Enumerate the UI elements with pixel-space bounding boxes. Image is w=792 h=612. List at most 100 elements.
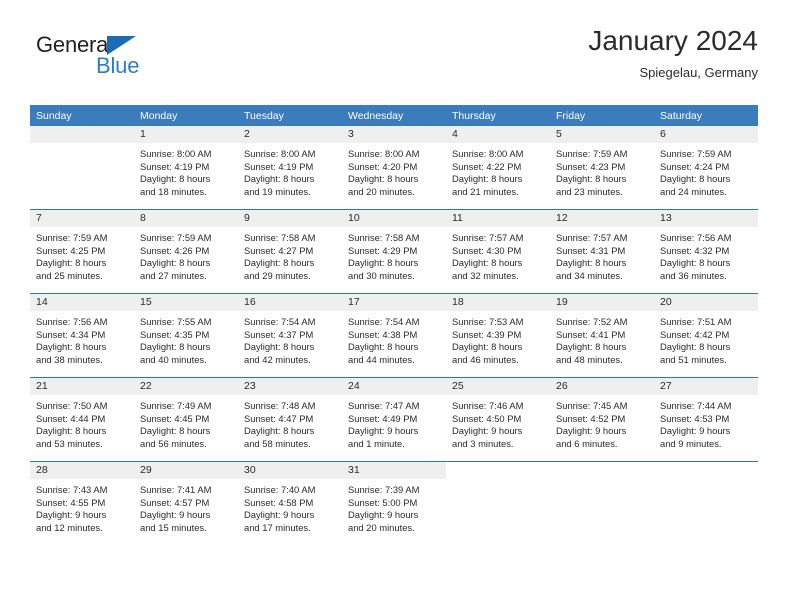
calendar-day-cell[interactable]: 22 Sunrise: 7:49 AM Sunset: 4:45 PM Dayligh…: [134, 377, 238, 462]
calendar-day-cell[interactable]: [446, 461, 550, 545]
day-details: Sunrise: 7:57 AM Sunset: 4:31 PM Daylight:…: [550, 227, 654, 282]
day-detail-line: and 40 minutes.: [140, 353, 207, 365]
calendar-day-cell[interactable]: 24 Sunrise: 7:47 AM Sunset: 4:49 PM Dayligh…: [342, 377, 446, 462]
calendar-day-cell[interactable]: 9 Sunrise: 7:58 AM Sunset: 4:27 PM Daylight…: [238, 209, 342, 294]
day-details: Sunrise: 8:00 AM Sunset: 4:19 PM Daylight:…: [238, 143, 342, 198]
calendar-table: Sunday Monday Tuesday Wednesday Thursday Frid…: [30, 105, 758, 545]
day-detail-line: and 34 minutes.: [556, 269, 623, 281]
calendar-day-cell[interactable]: 30 Sunrise: 7:40 AM Sunset: 4:58 PM Dayligh…: [238, 461, 342, 545]
calendar-day-cell[interactable]: 2 Sunrise: 8:00 AM Sunset: 4:19 PM Daylight…: [238, 126, 342, 210]
day-number: 2: [238, 126, 342, 143]
day-number: 16: [238, 294, 342, 311]
calendar-day-cell[interactable]: 23 Sunrise: 7:48 AM Sunset: 4:47 PM Dayligh…: [238, 377, 342, 462]
calendar-day-cell[interactable]: 29 Sunrise: 7:41 AM Sunset: 4:57 PM Dayligh…: [134, 461, 238, 545]
day-detail-line: and 46 minutes.: [452, 353, 519, 365]
day-details: Sunrise: 7:58 AM Sunset: 4:27 PM Daylight:…: [238, 227, 342, 282]
calendar-day-cell[interactable]: 26 Sunrise: 7:45 AM Sunset: 4:52 PM Dayligh…: [550, 377, 654, 462]
day-details: Sunrise: 7:59 AM Sunset: 4:24 PM Daylight:…: [654, 143, 758, 198]
calendar-day-cell[interactable]: 7 Sunrise: 7:59 AM Sunset: 4:25 PM Daylight…: [30, 209, 134, 294]
day-details: Sunrise: 7:54 AM Sunset: 4:38 PM Daylight:…: [342, 311, 446, 366]
day-detail-line: Sunset: 4:34 PM: [36, 328, 106, 340]
day-detail-line: Daylight: 8 hours: [452, 341, 523, 353]
day-detail-line: Sunset: 4:27 PM: [244, 244, 314, 256]
day-detail-line: Sunrise: 7:59 AM: [36, 232, 108, 243]
calendar-body: 1 Sunrise: 8:00 AM Sunset: 4:19 PM Daylight…: [30, 126, 758, 545]
day-detail-line: Daylight: 8 hours: [244, 425, 315, 437]
calendar-week-row: 14 Sunrise: 7:56 AM Sunset: 4:34 PM Dayligh…: [30, 293, 758, 378]
day-detail-line: Sunrise: 7:57 AM: [452, 232, 524, 243]
day-detail-line: Daylight: 8 hours: [556, 173, 627, 185]
calendar-week-row: 1 Sunrise: 8:00 AM Sunset: 4:19 PM Daylight…: [30, 126, 758, 210]
calendar-day-cell[interactable]: 16 Sunrise: 7:54 AM Sunset: 4:37 PM Dayligh…: [238, 293, 342, 378]
calendar-day-cell[interactable]: 15 Sunrise: 7:55 AM Sunset: 4:35 PM Dayligh…: [134, 293, 238, 378]
calendar-day-cell[interactable]: [654, 461, 758, 545]
day-detail-line: and 27 minutes.: [140, 269, 207, 281]
day-detail-line: Sunrise: 7:56 AM: [660, 232, 732, 243]
day-detail-line: Sunrise: 7:54 AM: [348, 316, 420, 327]
day-detail-line: Sunrise: 7:59 AM: [556, 148, 628, 159]
calendar-day-cell[interactable]: [30, 126, 134, 210]
column-header-tuesday: Tuesday: [238, 105, 342, 126]
day-detail-line: and 32 minutes.: [452, 269, 519, 281]
calendar-day-cell[interactable]: 27 Sunrise: 7:44 AM Sunset: 4:53 PM Dayligh…: [654, 377, 758, 462]
day-detail-line: Daylight: 8 hours: [244, 341, 315, 353]
day-number: 14: [30, 294, 134, 311]
day-detail-line: Sunset: 4:35 PM: [140, 328, 210, 340]
day-number: 11: [446, 210, 550, 227]
page-title: January 2024: [588, 25, 758, 56]
day-number: 9: [238, 210, 342, 227]
calendar-day-cell[interactable]: 8 Sunrise: 7:59 AM Sunset: 4:26 PM Daylight…: [134, 209, 238, 294]
logo-text-blue: Blue: [96, 53, 140, 78]
day-details: Sunrise: 7:45 AM Sunset: 4:52 PM Daylight:…: [550, 395, 654, 450]
day-detail-line: Sunrise: 8:00 AM: [348, 148, 420, 159]
day-details: Sunrise: 7:53 AM Sunset: 4:39 PM Daylight:…: [446, 311, 550, 366]
day-detail-line: Daylight: 8 hours: [140, 425, 211, 437]
day-details: Sunrise: 7:54 AM Sunset: 4:37 PM Daylight:…: [238, 311, 342, 366]
column-header-wednesday: Wednesday: [342, 105, 446, 126]
day-details: Sunrise: 7:46 AM Sunset: 4:50 PM Daylight:…: [446, 395, 550, 450]
calendar-day-cell[interactable]: 18 Sunrise: 7:53 AM Sunset: 4:39 PM Dayligh…: [446, 293, 550, 378]
day-number: 26: [550, 378, 654, 395]
day-details: Sunrise: 7:55 AM Sunset: 4:35 PM Daylight:…: [134, 311, 238, 366]
calendar-day-cell[interactable]: 3 Sunrise: 8:00 AM Sunset: 4:20 PM Daylight…: [342, 126, 446, 210]
day-detail-line: Daylight: 9 hours: [452, 425, 523, 437]
day-detail-line: Daylight: 8 hours: [556, 341, 627, 353]
calendar-day-cell[interactable]: 12 Sunrise: 7:57 AM Sunset: 4:31 PM Dayligh…: [550, 209, 654, 294]
day-details: Sunrise: 7:48 AM Sunset: 4:47 PM Daylight:…: [238, 395, 342, 450]
day-detail-line: and 38 minutes.: [36, 353, 103, 365]
calendar-day-cell[interactable]: 31 Sunrise: 7:39 AM Sunset: 5:00 PM Dayligh…: [342, 461, 446, 545]
day-detail-line: and 29 minutes.: [244, 269, 311, 281]
calendar-day-cell[interactable]: 11 Sunrise: 7:57 AM Sunset: 4:30 PM Dayligh…: [446, 209, 550, 294]
day-detail-line: Sunset: 4:30 PM: [452, 244, 522, 256]
day-number: [30, 126, 134, 143]
calendar-day-cell[interactable]: 19 Sunrise: 7:52 AM Sunset: 4:41 PM Dayligh…: [550, 293, 654, 378]
day-detail-line: Sunset: 4:37 PM: [244, 328, 314, 340]
day-detail-line: Daylight: 8 hours: [348, 257, 419, 269]
day-number: 17: [342, 294, 446, 311]
calendar-day-cell[interactable]: 4 Sunrise: 8:00 AM Sunset: 4:22 PM Daylight…: [446, 126, 550, 210]
day-detail-line: Daylight: 8 hours: [140, 173, 211, 185]
day-detail-line: Sunrise: 7:48 AM: [244, 400, 316, 411]
day-number: 8: [134, 210, 238, 227]
calendar-day-cell[interactable]: 28 Sunrise: 7:43 AM Sunset: 4:55 PM Dayligh…: [30, 461, 134, 545]
calendar-day-cell[interactable]: 5 Sunrise: 7:59 AM Sunset: 4:23 PM Daylight…: [550, 126, 654, 210]
calendar-day-cell[interactable]: [550, 461, 654, 545]
day-detail-line: and 44 minutes.: [348, 353, 415, 365]
day-detail-line: Daylight: 8 hours: [36, 257, 107, 269]
day-detail-line: Sunrise: 7:39 AM: [348, 484, 420, 495]
calendar-day-cell[interactable]: 21 Sunrise: 7:50 AM Sunset: 4:44 PM Dayligh…: [30, 377, 134, 462]
day-detail-line: Sunset: 4:47 PM: [244, 412, 314, 424]
calendar-day-cell[interactable]: 20 Sunrise: 7:51 AM Sunset: 4:42 PM Dayligh…: [654, 293, 758, 378]
day-number: 19: [550, 294, 654, 311]
day-detail-line: and 6 minutes.: [556, 437, 618, 449]
calendar-day-cell[interactable]: 1 Sunrise: 8:00 AM Sunset: 4:19 PM Daylight…: [134, 126, 238, 210]
day-number: 12: [550, 210, 654, 227]
calendar-day-cell[interactable]: 25 Sunrise: 7:46 AM Sunset: 4:50 PM Dayligh…: [446, 377, 550, 462]
day-detail-line: Sunrise: 7:45 AM: [556, 400, 628, 411]
day-details: Sunrise: 7:58 AM Sunset: 4:29 PM Daylight:…: [342, 227, 446, 282]
calendar-day-cell[interactable]: 6 Sunrise: 7:59 AM Sunset: 4:24 PM Daylight…: [654, 126, 758, 210]
calendar-day-cell[interactable]: 13 Sunrise: 7:56 AM Sunset: 4:32 PM Dayligh…: [654, 209, 758, 294]
calendar-day-cell[interactable]: 17 Sunrise: 7:54 AM Sunset: 4:38 PM Dayligh…: [342, 293, 446, 378]
calendar-day-cell[interactable]: 14 Sunrise: 7:56 AM Sunset: 4:34 PM Dayligh…: [30, 293, 134, 378]
calendar-day-cell[interactable]: 10 Sunrise: 7:58 AM Sunset: 4:29 PM Dayligh…: [342, 209, 446, 294]
